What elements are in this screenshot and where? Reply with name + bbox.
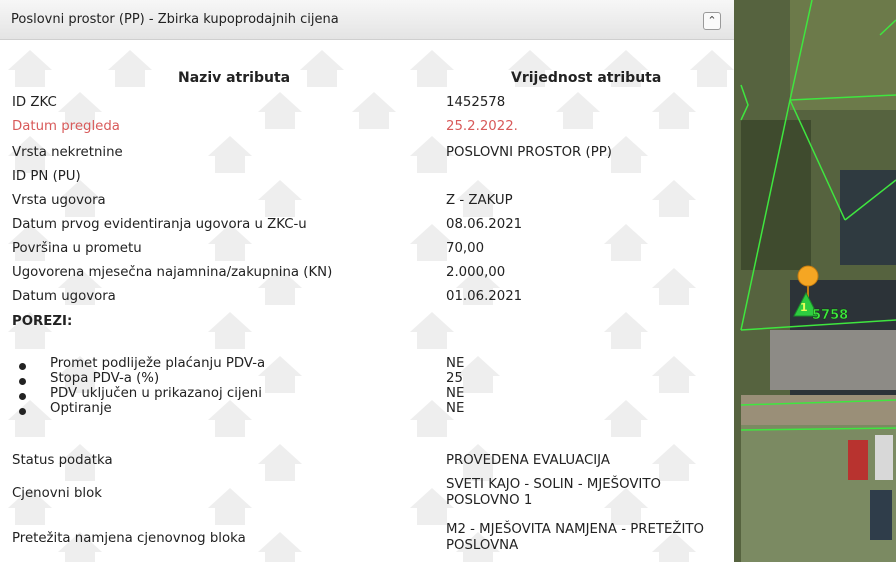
tax-label-pdv-promet: Promet podliježe plaćanju PDV-a	[50, 356, 266, 371]
tax-value-stopa-pdv: 25	[446, 371, 463, 386]
building-roof	[770, 330, 896, 390]
attr-value-cjenovni-blok: SVETI KAJO - SOLIN - MJEŠOVITO POSLOVNO …	[446, 477, 661, 508]
attr-label-povrsina: Površina u prometu	[12, 241, 142, 256]
attr-label-status: Status podatka	[12, 453, 113, 468]
collapse-button[interactable]: ⌃	[703, 12, 721, 30]
taxes-header: POREZI:	[12, 314, 73, 329]
map-canvas[interactable]: 1 5758	[734, 0, 896, 562]
pin-head	[797, 265, 819, 287]
attr-value-vrsta-nekretnine: POSLOVNI PROSTOR (PP)	[446, 145, 612, 160]
attr-value-datum-pregleda: 25.2.2022.	[446, 119, 518, 134]
attr-value-status: PROVEDENA EVALUACIJA	[446, 453, 610, 468]
parked-car	[875, 435, 893, 480]
bullet-icon	[19, 408, 26, 415]
bullet-icon	[19, 378, 26, 385]
parked-car	[870, 490, 892, 540]
road	[741, 395, 896, 425]
column-header-name: Naziv atributa	[178, 70, 291, 86]
tax-value-pdv-promet: NE	[446, 356, 465, 371]
tax-label-pdv-ukljucen: PDV uključen u prikazanoj cijeni	[50, 386, 262, 401]
parcel-number-label: 5758	[812, 308, 848, 323]
attr-value-pretezita-namjena: M2 - MJEŠOVITA NAMJENA - PRETEŽITO POSLO…	[446, 522, 705, 553]
double-chevron-up-icon: ⌃	[707, 14, 717, 27]
bullet-icon	[19, 393, 26, 400]
aerial-imagery	[790, 0, 896, 110]
attr-label-datum-pregleda: Datum pregleda	[12, 119, 120, 134]
tax-label-stopa-pdv: Stopa PDV-a (%)	[50, 371, 160, 386]
attr-label-najamnina: Ugovorena mjesečna najamnina/zakupnina (…	[12, 265, 333, 280]
info-panel: Poslovni prostor (PP) - Zbirka kupoproda…	[0, 0, 734, 562]
attr-label-datum-ugovora: Datum ugovora	[12, 289, 116, 304]
attr-value-najamnina: 2.000,00	[446, 265, 506, 280]
attr-label-vrsta-ugovora: Vrsta ugovora	[12, 193, 106, 208]
attr-value-datum-ugovora: 01.06.2021	[446, 289, 523, 304]
bullet-icon	[19, 363, 26, 370]
attr-label-cjenovni-blok: Cjenovni blok	[12, 486, 102, 501]
map-view[interactable]: 1 5758	[734, 0, 896, 562]
aerial-imagery	[741, 120, 811, 270]
attr-value-vrsta-ugovora: Z - ZAKUP	[446, 193, 513, 208]
attr-label-id-pn: ID PN (PU)	[12, 169, 81, 184]
parked-car	[848, 440, 868, 480]
attr-label-datum-evidentiranja: Datum prvog evidentiranja ugovora u ZKC-…	[12, 217, 307, 232]
tax-value-optiranje: NE	[446, 401, 465, 416]
tax-value-pdv-ukljucen: NE	[446, 386, 465, 401]
attr-label-pretezita-namjena: Pretežita namjena cjenovnog bloka	[12, 531, 246, 546]
attr-value-datum-evidentiranja: 08.06.2021	[446, 217, 523, 232]
column-header-value: Vrijednost atributa	[511, 70, 662, 86]
tax-label-optiranje: Optiranje	[50, 401, 112, 416]
panel-title: Poslovni prostor (PP) - Zbirka kupoproda…	[11, 12, 339, 27]
marker-number: 1	[800, 301, 808, 314]
attr-label-id-zkc: ID ZKC	[12, 95, 57, 110]
attr-value-povrsina: 70,00	[446, 241, 485, 256]
panel-header: Poslovni prostor (PP) - Zbirka kupoproda…	[0, 0, 734, 40]
attr-label-vrsta-nekretnine: Vrsta nekretnine	[12, 145, 123, 160]
attr-value-id-zkc: 1452578	[446, 95, 506, 110]
